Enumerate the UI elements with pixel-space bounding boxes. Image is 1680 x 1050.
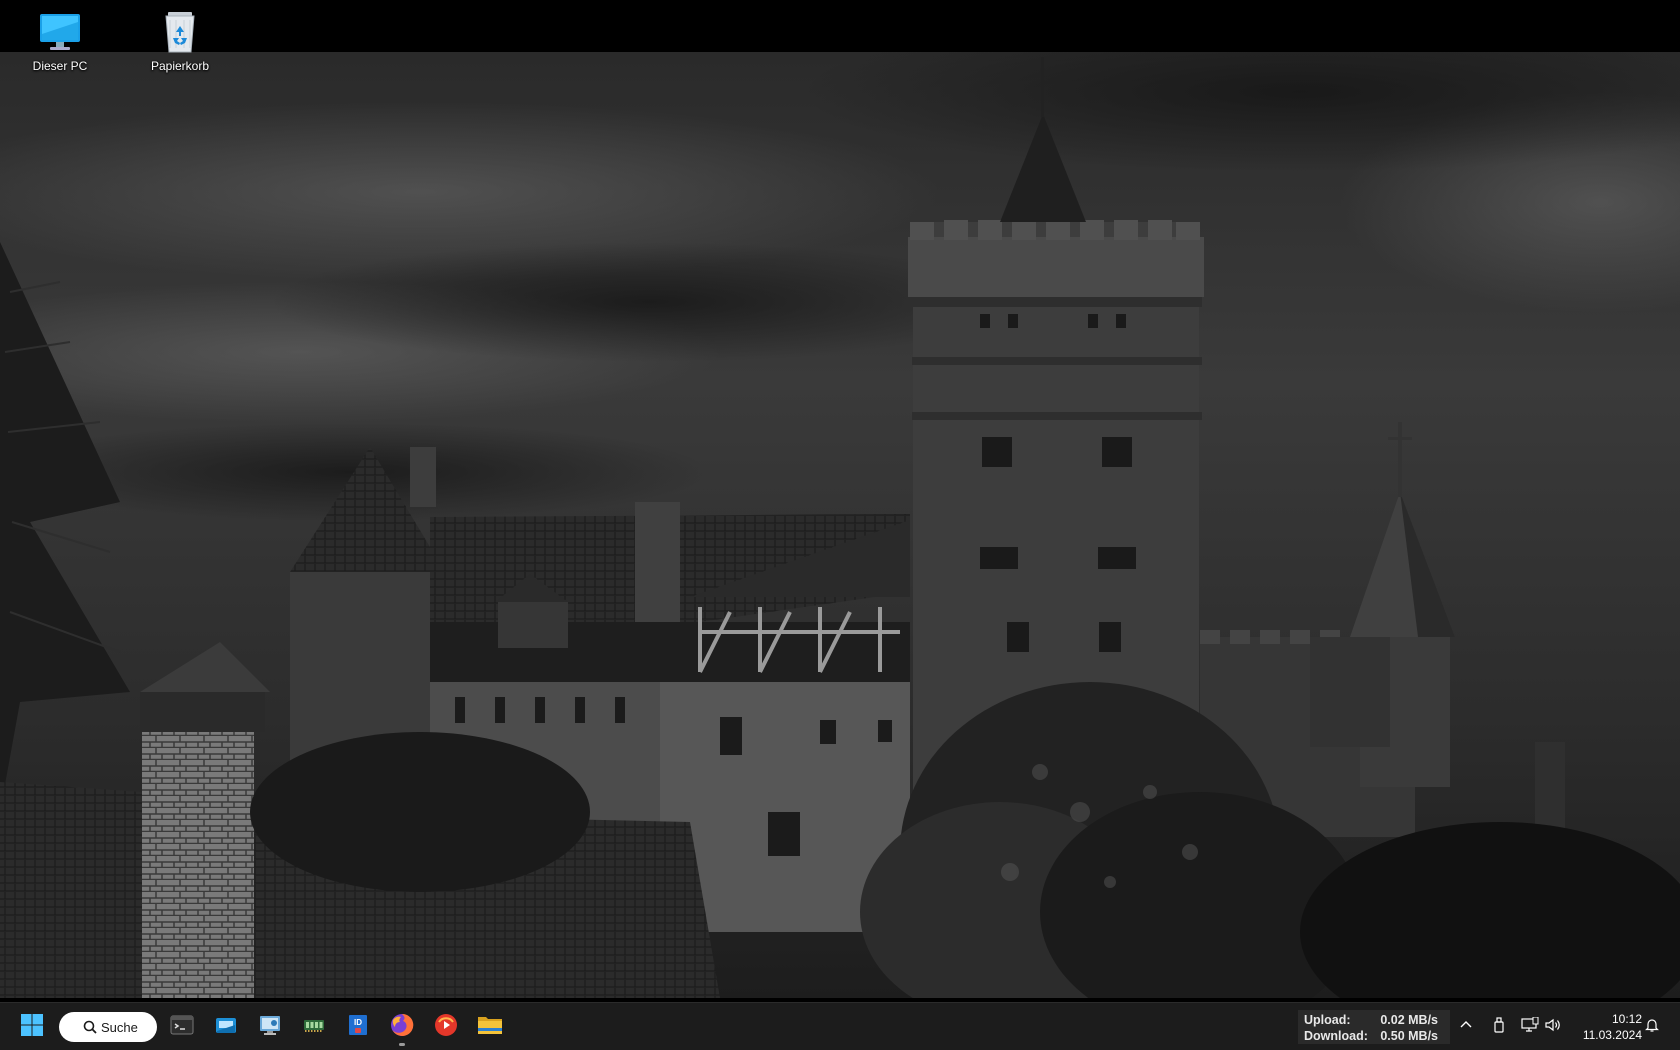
tray-overflow-button[interactable] bbox=[1454, 1015, 1478, 1039]
clock[interactable]: 10:12 11.03.2024 bbox=[1568, 1011, 1642, 1043]
taskbar-app-firefox[interactable] bbox=[382, 1007, 422, 1047]
taskbar-app-remote-desktop[interactable] bbox=[250, 1007, 290, 1047]
tray-usb-button[interactable] bbox=[1487, 1015, 1511, 1039]
remote-desktop-icon bbox=[258, 1013, 282, 1042]
taskbar-app-media-player[interactable] bbox=[426, 1007, 466, 1047]
taskbar: Suche ID Upload: 0.02 MB/s Download: 0.5… bbox=[0, 1002, 1680, 1050]
notification-button[interactable] bbox=[1640, 1015, 1664, 1039]
download-value: 0.50 MB/s bbox=[1380, 1029, 1438, 1043]
desktop-icon-this-pc[interactable]: Dieser PC bbox=[10, 6, 110, 74]
recycle-bin-icon bbox=[156, 8, 204, 56]
taskbar-app-window[interactable] bbox=[206, 1007, 246, 1047]
upload-row: Upload: 0.02 MB/s bbox=[1304, 1012, 1444, 1028]
download-row: Download: 0.50 MB/s bbox=[1304, 1028, 1444, 1044]
taskbar-app-memory[interactable] bbox=[294, 1007, 334, 1047]
clock-time: 10:12 bbox=[1611, 1012, 1642, 1026]
desktop[interactable]: Dieser PC Papierkorb bbox=[0, 0, 1680, 1002]
desktop-icon-recycle-bin[interactable]: Papierkorb bbox=[130, 6, 230, 74]
svg-text:ID: ID bbox=[354, 1018, 362, 1027]
chevron-up-icon bbox=[1459, 1018, 1473, 1037]
terminal-icon bbox=[170, 1013, 194, 1042]
taskbar-app-file-explorer[interactable] bbox=[470, 1007, 510, 1047]
search-label: Suche bbox=[101, 1019, 138, 1035]
start-button[interactable] bbox=[12, 1007, 52, 1047]
search-icon bbox=[83, 1020, 97, 1034]
download-label: Download: bbox=[1304, 1029, 1368, 1043]
this-pc-icon bbox=[36, 8, 84, 56]
desktop-icon-label: Papierkorb bbox=[150, 59, 210, 73]
windows-start-icon bbox=[20, 1013, 44, 1042]
tray-network-button[interactable] bbox=[1518, 1015, 1542, 1039]
bell-icon bbox=[1644, 1017, 1660, 1038]
clock-date: 11.03.2024 bbox=[1582, 1028, 1642, 1042]
desktop-icon-label: Dieser PC bbox=[32, 59, 88, 73]
network-icon bbox=[1521, 1016, 1539, 1038]
media-player-icon bbox=[434, 1013, 458, 1042]
upload-label: Upload: bbox=[1304, 1013, 1351, 1027]
id-card-icon: ID bbox=[346, 1013, 370, 1042]
taskbar-app-terminal[interactable] bbox=[162, 1007, 202, 1047]
app-window-icon bbox=[214, 1013, 238, 1042]
folder-icon bbox=[477, 1013, 503, 1042]
upload-value: 0.02 MB/s bbox=[1380, 1013, 1438, 1027]
speaker-icon bbox=[1544, 1017, 1562, 1038]
running-indicator bbox=[399, 1043, 405, 1046]
firefox-icon bbox=[389, 1012, 415, 1043]
tray-volume-button[interactable] bbox=[1541, 1015, 1565, 1039]
taskbar-app-id[interactable]: ID bbox=[338, 1007, 378, 1047]
usb-drive-icon bbox=[1492, 1016, 1506, 1038]
search-box[interactable]: Suche bbox=[59, 1012, 157, 1042]
wallpaper-castle-image bbox=[0, 52, 1680, 998]
network-speed-widget[interactable]: Upload: 0.02 MB/s Download: 0.50 MB/s bbox=[1298, 1010, 1450, 1044]
memory-chip-icon bbox=[302, 1013, 326, 1042]
